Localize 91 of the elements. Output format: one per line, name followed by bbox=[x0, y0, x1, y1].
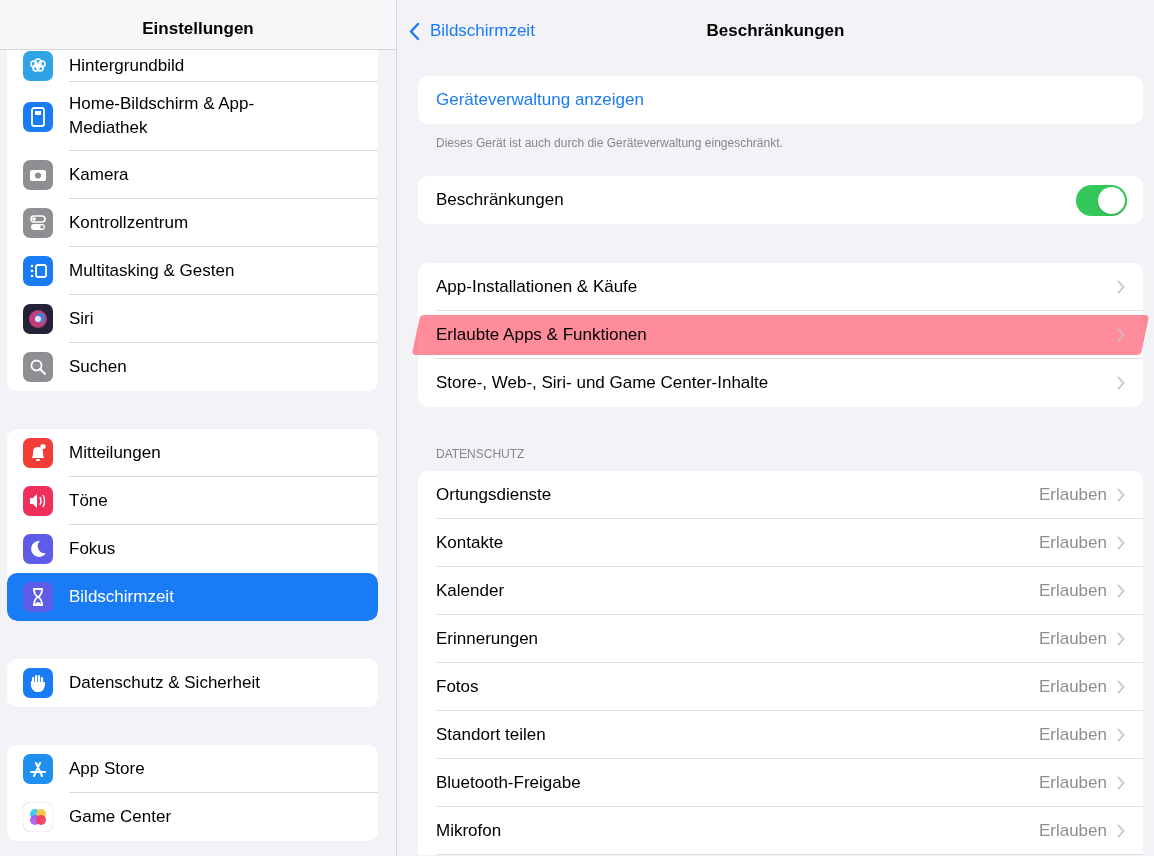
item-label: App Store bbox=[69, 757, 145, 780]
siri-orb-icon bbox=[23, 304, 53, 334]
item-label: Game Center bbox=[69, 806, 172, 828]
item-label: Töne bbox=[69, 489, 108, 512]
privacy-row[interactable]: Bluetooth-Freigabe Erlauben bbox=[436, 759, 1143, 807]
item-label: Kontrollzentrum bbox=[69, 211, 189, 234]
privacy-label: Kalender bbox=[436, 579, 505, 602]
privacy-row[interactable]: Kalender Erlauben bbox=[436, 567, 1143, 615]
privacy-row[interactable]: Erinnerungen Erlauben bbox=[436, 615, 1143, 663]
chevron-right-icon bbox=[1117, 376, 1125, 390]
tablet-icon bbox=[23, 101, 53, 132]
hourglass-icon bbox=[23, 582, 53, 612]
chevron-right-icon bbox=[1117, 823, 1125, 838]
chevron-right-icon bbox=[1117, 327, 1125, 342]
item-label: Siri bbox=[69, 307, 94, 330]
window-icon bbox=[23, 256, 53, 286]
app-store-icon bbox=[23, 754, 53, 784]
toggle-switches-icon bbox=[23, 208, 53, 238]
item-label: Datenschutz & Sicherheit bbox=[69, 672, 260, 694]
privacy-value: Erlauben bbox=[1038, 531, 1107, 554]
chevron-right-icon bbox=[1117, 727, 1125, 742]
privacy-row[interactable]: Mikrofon Erlauben bbox=[436, 807, 1143, 855]
chevron-right-icon bbox=[1117, 583, 1125, 598]
device-management-link[interactable]: Geräteverwaltung anzeigen bbox=[436, 87, 644, 113]
privacy-value: Erlauben bbox=[1038, 723, 1107, 746]
chevron-right-icon bbox=[1117, 679, 1125, 694]
colored-bubbles-icon bbox=[23, 802, 53, 832]
chevron-left-icon bbox=[409, 21, 420, 41]
page-title: Beschränkungen bbox=[706, 20, 845, 43]
item-label: Multitasking & Gesten bbox=[69, 259, 235, 282]
privacy-label: Bluetooth-Freigabe bbox=[436, 771, 581, 794]
privacy-label: Fotos bbox=[436, 675, 479, 698]
item-label: Fokus bbox=[69, 538, 116, 560]
item-label: Bildschirmzeit bbox=[69, 586, 174, 608]
privacy-label: Erinnerungen bbox=[436, 627, 539, 650]
chevron-right-icon bbox=[1117, 535, 1125, 550]
menu-label: App-Installationen & Käufe bbox=[436, 275, 638, 298]
privacy-label: Kontakte bbox=[436, 531, 504, 554]
item-label: Hintergrundbild bbox=[69, 54, 185, 77]
chevron-right-icon bbox=[1117, 487, 1125, 502]
camera-icon bbox=[23, 160, 53, 190]
privacy-label: Standort teilen bbox=[436, 723, 546, 746]
menu-label: Store-, Web-, Siri- und Game Center-Inhalte bbox=[436, 372, 769, 395]
sidebar-item[interactable]: Kontrollzentrum bbox=[7, 199, 378, 247]
chevron-right-icon bbox=[1117, 631, 1125, 646]
privacy-row[interactable]: Fotos Erlauben bbox=[436, 663, 1143, 711]
section-header: DATENSCHUTZ bbox=[435, 446, 526, 463]
chevron-right-icon bbox=[1117, 279, 1125, 294]
sidebar-item[interactable]: App Store bbox=[7, 745, 378, 793]
menu-row[interactable]: Erlaubte Apps & Funktionen bbox=[436, 311, 1143, 359]
sidebar-item[interactable]: Hintergrundbild bbox=[7, 50, 378, 82]
privacy-value: Erlauben bbox=[1038, 483, 1107, 506]
sidebar-item[interactable]: Suchen bbox=[7, 343, 378, 391]
privacy-row[interactable]: Ortungsdienste Erlauben bbox=[436, 471, 1143, 519]
menu-row[interactable]: Store-, Web-, Siri- und Game Center-Inhalte bbox=[436, 359, 1143, 407]
privacy-row[interactable]: Kontakte Erlauben bbox=[436, 519, 1143, 567]
privacy-value: Erlauben bbox=[1038, 771, 1107, 794]
privacy-value: Erlauben bbox=[1038, 675, 1107, 698]
privacy-value: Erlauben bbox=[1038, 819, 1107, 842]
speaker-icon bbox=[23, 486, 53, 516]
menu-label: Erlaubte Apps & Funktionen bbox=[436, 323, 647, 346]
privacy-value: Erlauben bbox=[1038, 579, 1107, 602]
item-label: Suchen bbox=[69, 356, 127, 378]
search-icon bbox=[23, 352, 53, 382]
menu-row[interactable]: App-Installationen & Käufe bbox=[436, 263, 1143, 311]
bell-icon bbox=[23, 438, 53, 468]
sidebar-item[interactable]: Datenschutz & Sicherheit bbox=[7, 659, 378, 707]
sidebar-item[interactable]: Bildschirmzeit bbox=[7, 573, 378, 621]
sidebar-item[interactable]: Kamera bbox=[7, 151, 378, 199]
privacy-value: Erlauben bbox=[1038, 627, 1107, 650]
chevron-right-icon bbox=[1117, 775, 1125, 790]
hand-icon bbox=[23, 668, 53, 698]
back-button[interactable]: Bildschirmzeit bbox=[409, 18, 535, 44]
sidebar-title: Einstellungen bbox=[142, 17, 254, 40]
sidebar-item[interactable]: Game Center bbox=[7, 793, 378, 841]
moon-icon bbox=[23, 534, 53, 564]
privacy-row[interactable]: Standort teilen Erlauben bbox=[436, 711, 1143, 759]
sidebar-item[interactable]: Mitteilungen bbox=[7, 429, 378, 477]
sidebar-item[interactable]: Home-Bildschirm & App-Mediathek bbox=[7, 82, 378, 151]
sidebar-item[interactable]: Töne bbox=[7, 477, 378, 525]
privacy-label: Mikrofon bbox=[436, 819, 502, 842]
item-label: Kamera bbox=[69, 163, 129, 186]
toggle-switch[interactable] bbox=[1076, 184, 1127, 216]
sidebar-item[interactable]: Multitasking & Gesten bbox=[7, 247, 378, 295]
toggle-label: Beschränkungen bbox=[436, 189, 564, 212]
privacy-label: Ortungsdienste bbox=[436, 483, 552, 506]
footnote: Dieses Gerät ist auch durch die Geräteverwaltung eingeschränkt. bbox=[435, 135, 784, 152]
sidebar-item[interactable]: Fokus bbox=[7, 525, 378, 573]
sidebar-item[interactable]: Siri bbox=[7, 295, 378, 343]
item-label: Mitteilungen bbox=[69, 441, 161, 464]
item-label: Home-Bildschirm & App-Mediathek bbox=[69, 93, 256, 139]
